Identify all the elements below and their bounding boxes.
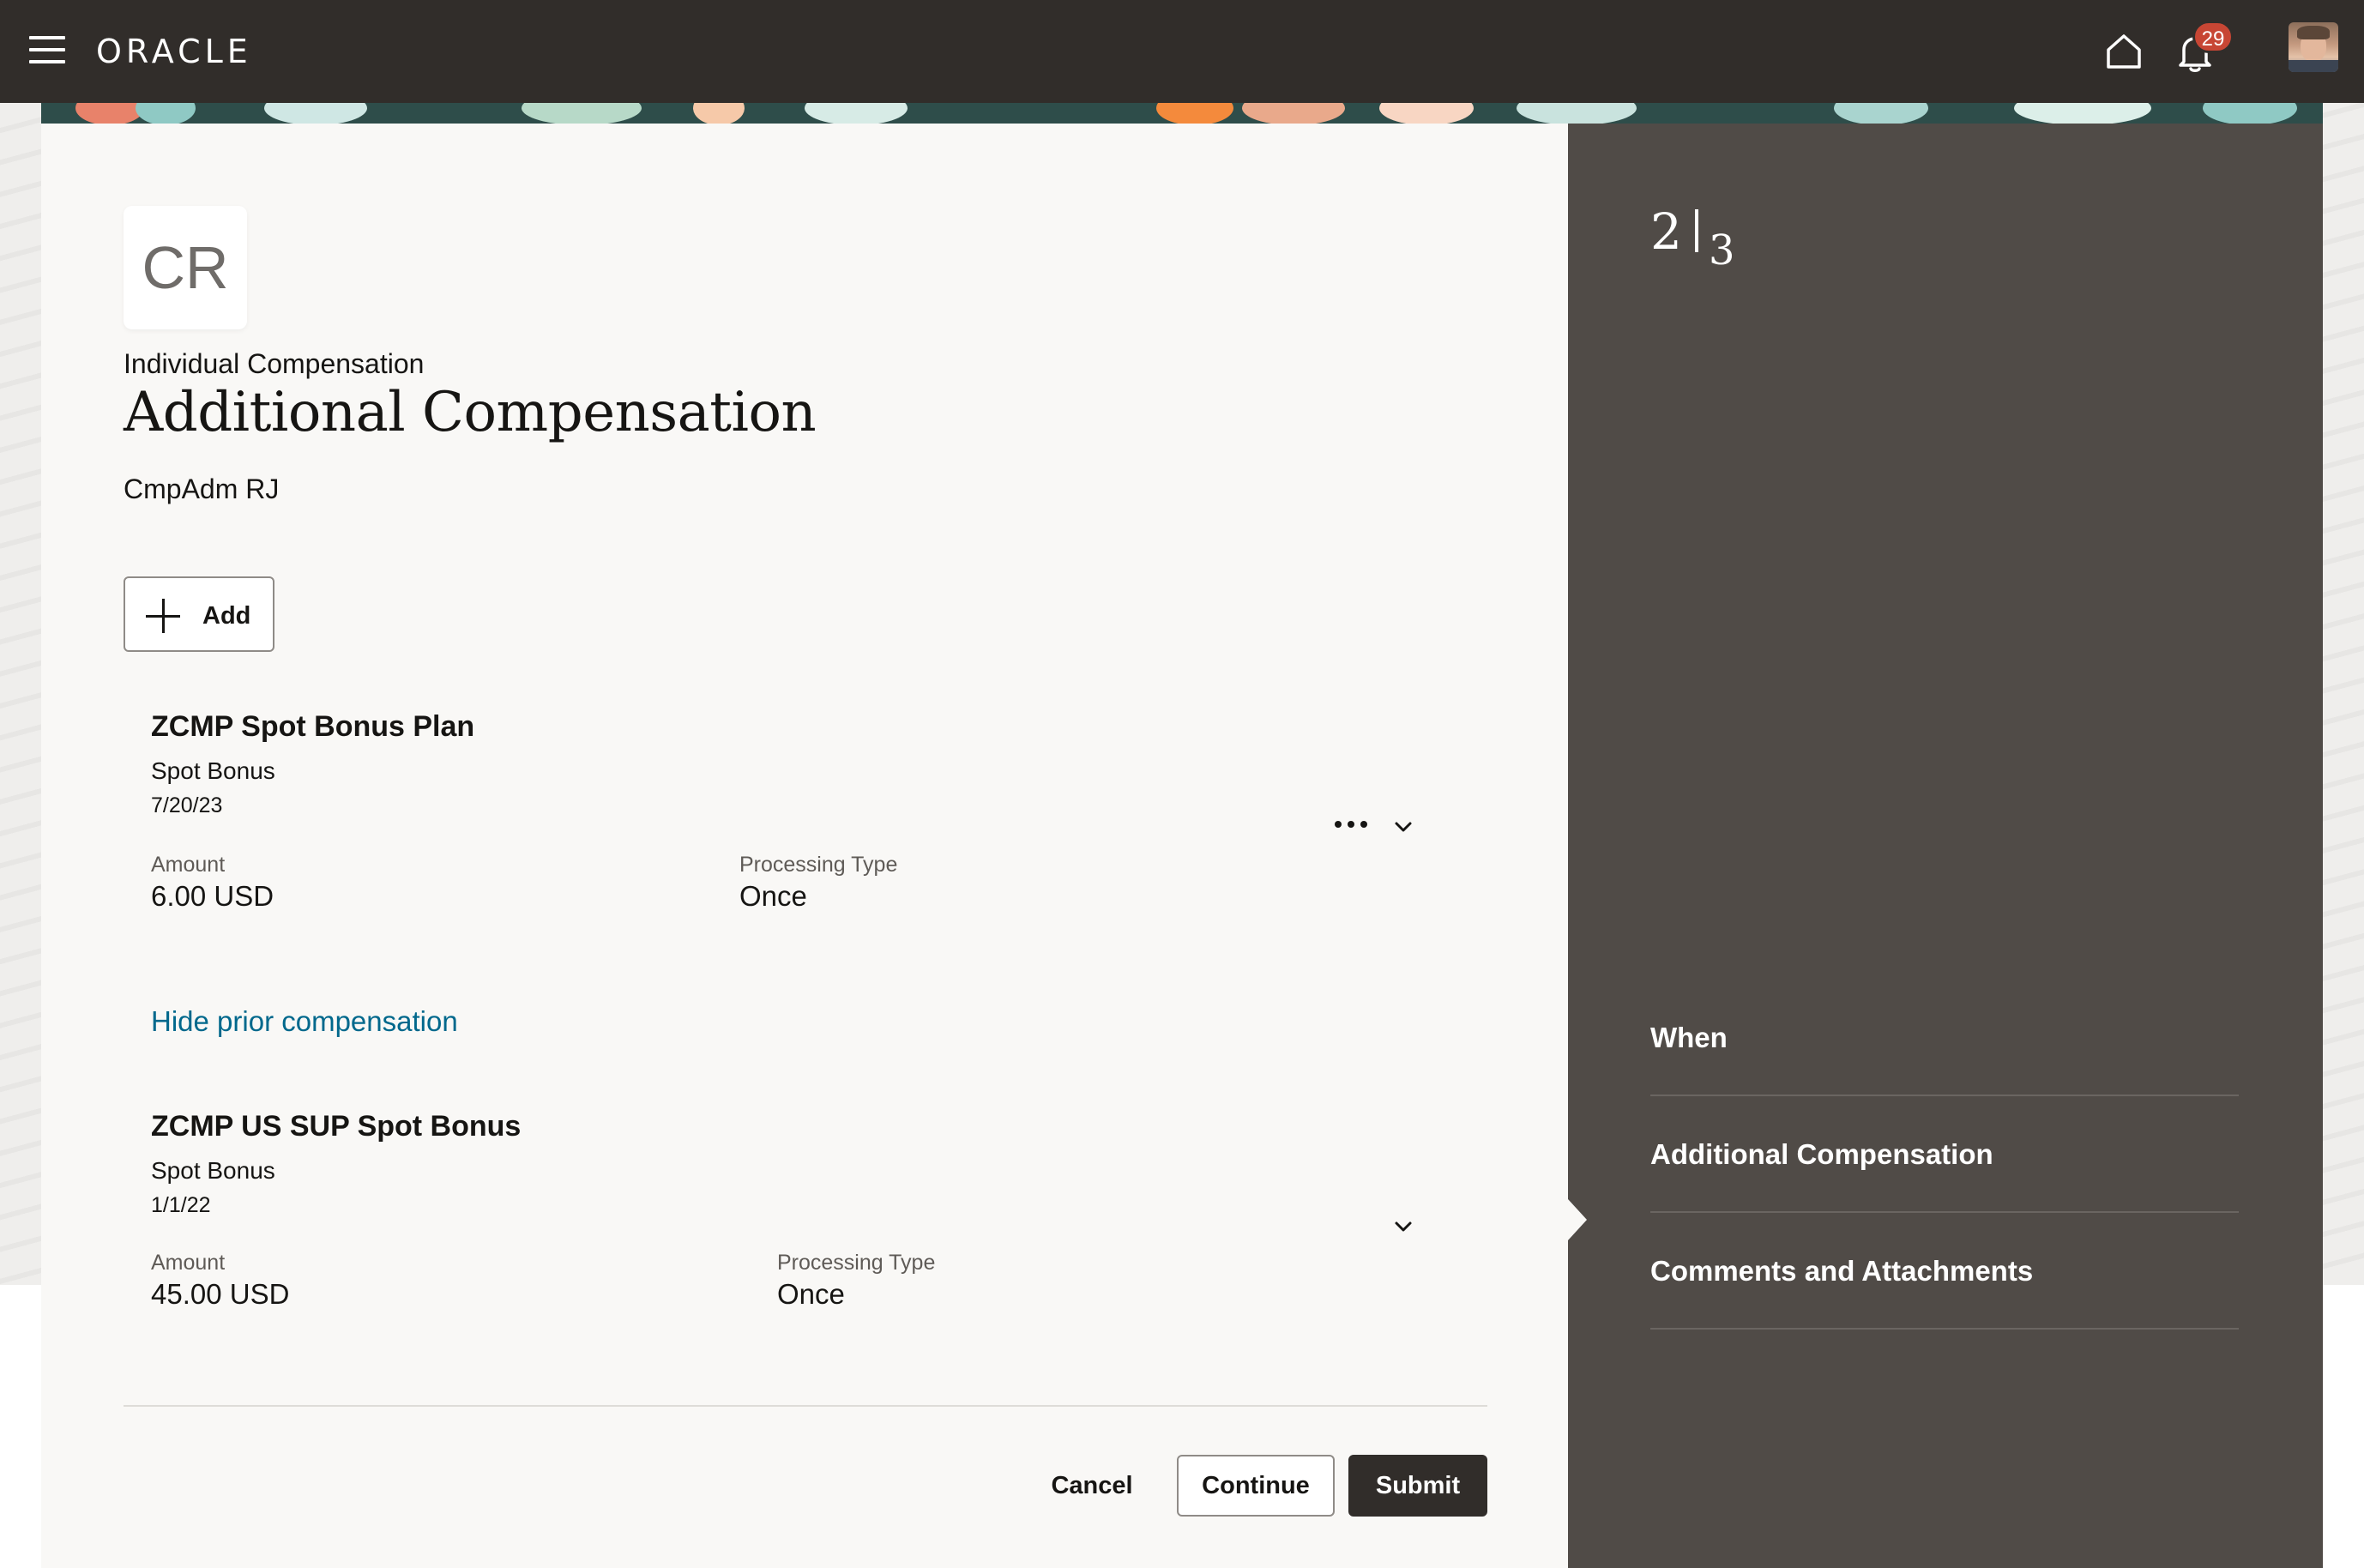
plus-icon <box>146 599 180 633</box>
person-name: CmpAdm RJ <box>124 473 280 504</box>
total-steps: 3 <box>1709 226 1735 274</box>
more-actions-icon[interactable] <box>1335 817 1376 830</box>
processing-type-label: Processing Type <box>739 853 898 877</box>
current-step: 2 <box>1650 202 1682 261</box>
amount-value: 45.00 USD <box>151 1278 290 1310</box>
compensation-type: Spot Bonus <box>151 757 275 784</box>
amount-label: Amount <box>151 853 226 877</box>
train-step-additional-compensation[interactable]: Additional Compensation <box>1650 1096 2239 1213</box>
processing-type-label: Processing Type <box>777 1251 936 1275</box>
notifications-badge: 29 <box>2192 21 2234 53</box>
compensation-date: 1/1/22 <box>151 1193 211 1217</box>
compensation-date: 7/20/23 <box>151 793 223 817</box>
cancel-button[interactable]: Cancel <box>1036 1455 1148 1517</box>
submit-button[interactable]: Submit <box>1348 1455 1487 1517</box>
compensation-plan-name: ZCMP US SUP Spot Bonus <box>151 1110 522 1143</box>
top-header: ORACLE 29 <box>0 0 2364 103</box>
user-avatar[interactable] <box>2289 22 2338 72</box>
add-button-label: Add <box>202 602 251 630</box>
compensation-plan-name: ZCMP Spot Bonus Plan <box>151 710 475 743</box>
chevron-down-icon[interactable] <box>1391 818 1415 835</box>
page-eyebrow: Individual Compensation <box>124 348 425 379</box>
home-icon[interactable] <box>2103 31 2144 72</box>
oracle-logo: ORACLE <box>96 33 252 70</box>
main-card: CR Individual Compensation Additional Co… <box>41 124 1568 1568</box>
initials-avatar: CR <box>124 206 247 329</box>
processing-type-value: Once <box>739 880 807 912</box>
amount-label: Amount <box>151 1251 226 1275</box>
page-title: Additional Compensation <box>124 381 817 444</box>
chevron-down-icon[interactable] <box>1391 1218 1415 1235</box>
amount-value: 6.00 USD <box>151 880 274 912</box>
processing-type-value: Once <box>777 1278 845 1310</box>
add-button[interactable]: Add <box>124 576 274 652</box>
compensation-item: ZCMP Spot Bonus Plan Spot Bonus 7/20/23 <box>151 710 474 818</box>
decorative-banner <box>41 103 2323 125</box>
train-step-when[interactable]: When <box>1650 980 2239 1096</box>
hide-prior-compensation-link[interactable]: Hide prior compensation <box>151 1005 458 1038</box>
train-stops-panel: 2 3 When Additional Compensation Comment… <box>1568 124 2323 1568</box>
hamburger-menu-icon[interactable] <box>29 36 65 65</box>
current-step-indicator <box>1568 1199 1587 1240</box>
continue-button[interactable]: Continue <box>1177 1455 1335 1517</box>
compensation-item: ZCMP US SUP Spot Bonus Spot Bonus 1/1/22 <box>151 1110 521 1218</box>
train-step-comments-attachments[interactable]: Comments and Attachments <box>1650 1213 2239 1330</box>
footer-divider <box>124 1405 1487 1407</box>
compensation-type: Spot Bonus <box>151 1157 275 1184</box>
